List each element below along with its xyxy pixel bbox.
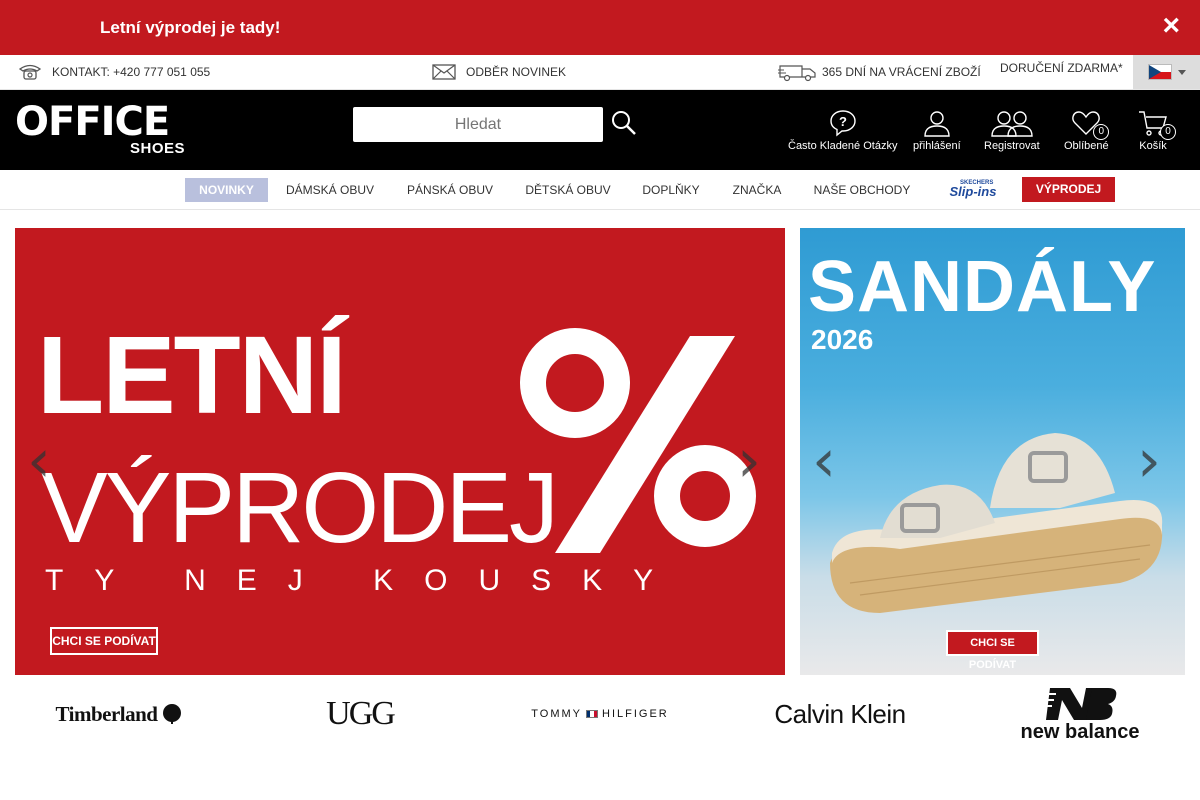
percent-icon bbox=[520, 328, 756, 553]
delivery-text: DORUČENÍ ZDARMA* bbox=[1000, 61, 1123, 75]
tommy-text: TOMMY bbox=[531, 708, 582, 720]
sandals-title: SANDÁLY bbox=[808, 247, 1157, 327]
phone-icon bbox=[18, 64, 42, 80]
banner-cta-button[interactable]: CHCI SE PODÍVAT bbox=[50, 627, 158, 655]
search-button[interactable] bbox=[608, 107, 640, 139]
sandal-image bbox=[830, 433, 1163, 613]
cart-button[interactable]: 0 Košík bbox=[1138, 106, 1176, 152]
returns-link[interactable]: 365 DNÍ NA VRÁCENÍ ZBOŽÍ bbox=[778, 55, 981, 89]
brand-new-balance[interactable]: new balance bbox=[1015, 675, 1145, 753]
brand-ugg[interactable]: UGG bbox=[300, 675, 420, 753]
contact-link[interactable]: KONTAKT: +420 777 051 055 bbox=[18, 55, 210, 89]
chevron-down-icon bbox=[1177, 69, 1186, 75]
side-carousel-next-arrow[interactable]: › bbox=[1137, 431, 1161, 491]
register-label: Registrovat bbox=[984, 140, 1040, 152]
nav-item-znacka[interactable]: ZNAČKA bbox=[727, 178, 787, 202]
register-button[interactable]: Registrovat bbox=[984, 106, 1040, 152]
brand-tommy-hilfiger[interactable]: TOMMY HILFIGER bbox=[520, 675, 680, 753]
nav-item-damska-obuv[interactable]: DÁMSKÁ OBUV bbox=[282, 178, 378, 202]
faq-button[interactable]: ? Často Kladené Otázky bbox=[788, 106, 897, 152]
hilfiger-text: HILFIGER bbox=[602, 708, 669, 720]
newsletter-link[interactable]: ODBĚR NOVINEK bbox=[432, 55, 566, 89]
logo-sub-text: SHOES bbox=[129, 140, 185, 157]
close-icon[interactable]: × bbox=[1162, 10, 1180, 42]
language-selector[interactable] bbox=[1133, 55, 1200, 89]
brand-timberland[interactable]: Timberland bbox=[50, 675, 190, 753]
nav-item-panska-obuv[interactable]: PÁNSKÁ OBUV bbox=[400, 178, 500, 202]
carousel-prev-arrow[interactable]: ‹ bbox=[27, 431, 51, 491]
calvin-klein-logo-text: Calvin Klein bbox=[774, 698, 906, 729]
banner-headline-2: VÝPRODEJ bbox=[41, 452, 559, 564]
search-icon bbox=[612, 111, 636, 135]
returns-text: 365 DNÍ NA VRÁCENÍ ZBOŽÍ bbox=[822, 65, 981, 79]
tree-icon bbox=[163, 704, 182, 724]
nav-item-detska-obuv[interactable]: DĚTSKÁ OBUV bbox=[520, 178, 616, 202]
carousel-next-arrow[interactable]: › bbox=[737, 431, 761, 491]
sandals-year: 2026 bbox=[811, 324, 874, 355]
tommy-flag-icon bbox=[586, 710, 598, 718]
favorites-count-badge: 0 bbox=[1093, 124, 1110, 140]
banner-tagline: TY NEJ KOUSKY bbox=[45, 564, 685, 597]
new-balance-text: new balance bbox=[1020, 721, 1140, 743]
ugg-logo-text: UGG bbox=[326, 695, 396, 732]
sandals-banner[interactable]: SANDÁLY 2026 CHCI SE PODÍVAT ‹ › bbox=[800, 228, 1185, 675]
login-label: přihlášení bbox=[913, 140, 961, 152]
search-input[interactable] bbox=[353, 107, 603, 142]
sandals-cta-button[interactable]: CHCI SE PODÍVAT bbox=[946, 630, 1039, 671]
faq-label: Často Kladené Otázky bbox=[788, 140, 898, 152]
nb-logo-icon bbox=[1042, 688, 1117, 720]
envelope-icon bbox=[432, 64, 456, 80]
truck-icon bbox=[778, 65, 816, 82]
new-balance-logo: new balance bbox=[1020, 686, 1140, 743]
brand-strip: Timberland UGG TOMMY HILFIGER Calvin Kle… bbox=[0, 675, 1200, 755]
contact-text: KONTAKT: +420 777 051 055 bbox=[52, 65, 211, 79]
office-shoes-logo[interactable]: OFFICE SHOES bbox=[15, 102, 187, 158]
header: OFFICE SHOES ? Často Kladené Otázky přih… bbox=[0, 90, 1200, 170]
sale-banner[interactable]: LETNÍ VÝPRODEJ TY NEJ KOUSKY CHCI SE POD… bbox=[15, 228, 785, 675]
svg-text:?: ? bbox=[839, 114, 847, 129]
slip-ins-text: Slip-ins bbox=[950, 184, 997, 199]
czech-flag-icon bbox=[1147, 64, 1172, 80]
logo-main-text: OFFICE bbox=[15, 99, 170, 145]
delivery-link[interactable]: DORUČENÍ ZDARMA* bbox=[1000, 51, 1123, 85]
users-icon bbox=[991, 111, 1033, 137]
nav-item-doplnky[interactable]: DOPLŇKY bbox=[636, 178, 706, 202]
login-button[interactable]: přihlášení bbox=[913, 106, 961, 152]
cart-count-badge: 0 bbox=[1160, 124, 1176, 140]
newsletter-text: ODBĚR NOVINEK bbox=[466, 65, 567, 79]
info-bar: KONTAKT: +420 777 051 055 ODBĚR NOVINEK … bbox=[0, 55, 1200, 90]
tommy-logo: TOMMY HILFIGER bbox=[531, 708, 668, 720]
cart-label: Košík bbox=[1139, 140, 1167, 152]
promo-text[interactable]: Letní výprodej je tady! bbox=[100, 18, 280, 38]
nav-item-novinky[interactable]: NOVINKY bbox=[185, 178, 268, 202]
user-icon bbox=[924, 111, 950, 137]
favorites-button[interactable]: 0 Oblíbené bbox=[1064, 106, 1110, 152]
nav-item-vyprodej[interactable]: VÝPRODEJ bbox=[1022, 177, 1115, 202]
promo-bar: Letní výprodej je tady! × bbox=[0, 0, 1200, 55]
banner-headline-1: LETNÍ bbox=[37, 314, 347, 437]
timberland-logo-text: Timberland bbox=[55, 701, 158, 726]
main-nav: NOVINKY DÁMSKÁ OBUV PÁNSKÁ OBUV DĚTSKÁ O… bbox=[0, 170, 1200, 210]
nav-item-nase-obchody[interactable]: NAŠE OBCHODY bbox=[808, 178, 916, 202]
slip-ins-logo[interactable]: SKECHERS Slip-ins bbox=[946, 176, 1000, 202]
question-bubble-icon: ? bbox=[830, 110, 856, 137]
brand-calvin-klein[interactable]: Calvin Klein bbox=[765, 675, 915, 753]
side-carousel-prev-arrow[interactable]: ‹ bbox=[812, 431, 836, 491]
favorites-label: Oblíbené bbox=[1064, 140, 1109, 152]
